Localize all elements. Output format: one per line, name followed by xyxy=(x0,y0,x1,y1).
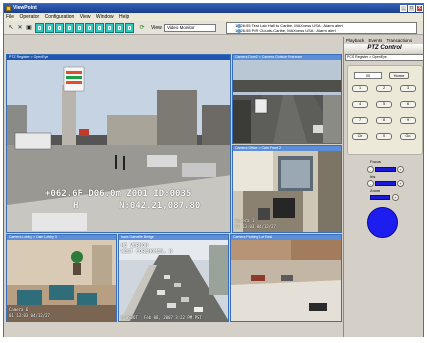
camera-tile-3[interactable]: Camera Office > Cam Front 2 Camera 1 01 … xyxy=(232,145,342,233)
camera-osd-line4: M WSDOT xyxy=(121,315,138,320)
camera-title: Camera Parking Lot East xyxy=(231,235,341,240)
app-window: ViewPoint _ □ x File Operator Configurat… xyxy=(3,3,424,340)
camera-tile-6[interactable]: Camera Parking Lot East xyxy=(230,234,342,322)
zoom-plus-button[interactable]: + xyxy=(392,194,399,201)
key-3-button[interactable]: 3 xyxy=(400,85,416,92)
menu-help[interactable]: Help xyxy=(119,14,129,20)
camera-osd-line2: 01 13:03 04/12/27 xyxy=(9,313,50,318)
layout-1plus12-button[interactable] xyxy=(95,23,104,33)
camera-osd-line1: +062.6F D06.0m Z001 ID:0035 xyxy=(45,189,192,199)
layout-full-button[interactable] xyxy=(125,23,134,33)
alarm-icon xyxy=(237,23,241,28)
arrow-icon[interactable]: ↖ xyxy=(7,24,15,32)
ptz-camera-select[interactable]: PCS Register > OpenEye xyxy=(345,54,423,61)
ptz-joystick[interactable] xyxy=(367,207,398,238)
menu-window[interactable]: Window xyxy=(96,14,114,20)
sequence-icon[interactable]: ⟳ xyxy=(138,24,146,32)
camera-osd-line1: Camera 6 xyxy=(9,307,29,312)
tab-events[interactable]: Events xyxy=(369,38,383,43)
layout-2plus8-button[interactable] xyxy=(105,23,114,33)
camera-title: Camera Lobby > Cam Lobby 3 xyxy=(7,235,116,240)
camera-osd-line2: 01 13:03 04/12/27 xyxy=(235,224,276,229)
camera-icon[interactable]: ▣ xyxy=(25,24,33,32)
camera-title: Iowa Gaewille Bridge xyxy=(119,235,228,240)
view-label: View xyxy=(151,25,162,31)
maximize-icon[interactable]: □ xyxy=(408,5,415,12)
focus-plus-button[interactable]: + xyxy=(397,166,404,173)
key-8-button[interactable]: 8 xyxy=(376,117,392,124)
layout-4x4-button[interactable] xyxy=(65,23,74,33)
camera-title: Camera Dom2 < Camera Outside Entrance xyxy=(233,55,341,60)
camera-feed-image xyxy=(233,55,341,143)
tab-playback[interactable]: Playback xyxy=(346,38,364,43)
camera-osd-line1: Camera 1 xyxy=(235,218,255,223)
tools-icon[interactable]: ✕ xyxy=(16,24,24,32)
panel-tabs: Playback Events Transactions PTZ xyxy=(346,37,423,50)
menu-bar: File Operator Configuration View Window … xyxy=(4,13,423,21)
key-5-button[interactable]: 5 xyxy=(376,101,392,108)
key-9-button[interactable]: 9 xyxy=(400,117,416,124)
home-button[interactable]: Home xyxy=(389,72,409,79)
title-bar: ViewPoint _ □ x xyxy=(4,4,423,13)
keypad-display[interactable]: 00 xyxy=(354,72,382,79)
layout-1plus5-button[interactable] xyxy=(75,23,84,33)
key-clear-button[interactable]: Clr xyxy=(352,133,368,140)
key-go-button[interactable]: Go xyxy=(400,133,416,140)
layout-1x1-button[interactable] xyxy=(35,23,44,33)
zoom-label: Zoom xyxy=(370,188,381,193)
close-icon[interactable]: x xyxy=(416,5,423,12)
ptz-title: PTZ Control xyxy=(344,44,423,53)
alarm-item[interactable]: 10:26:55 PIR Clouds-Caribe, MAXxess USA … xyxy=(235,28,416,33)
layout-1plus7-button[interactable] xyxy=(85,23,94,33)
layout-2x2-button[interactable] xyxy=(45,23,54,33)
focus-label: Focus xyxy=(370,159,381,164)
menu-file[interactable]: File xyxy=(6,14,14,20)
iris-slider[interactable] xyxy=(375,181,396,186)
tab-transactions[interactable]: Transactions xyxy=(386,38,412,43)
layout-3x3-button[interactable] xyxy=(55,23,64,33)
iris-minus-button[interactable]: - xyxy=(367,180,374,187)
focus-minus-button[interactable]: - xyxy=(367,166,374,173)
camera-feed-image xyxy=(231,235,341,321)
iris-plus-button[interactable]: + xyxy=(397,180,404,187)
view-select[interactable]: Video Monitor xyxy=(164,24,216,32)
key-0-button[interactable]: 0 xyxy=(376,133,392,140)
key-2-button[interactable]: 2 xyxy=(376,85,392,92)
camera-tile-1[interactable]: PTZ Register > OpenEye +062.6F D06.0m Z0… xyxy=(6,54,231,233)
zoom-slider[interactable] xyxy=(370,195,390,200)
alarm-icon xyxy=(237,28,241,33)
ptz-panel: Playback Events Transactions PTZ PTZ Con… xyxy=(343,37,423,339)
camera-tile-2[interactable]: Camera Dom2 < Camera Outside Entrance xyxy=(232,54,342,144)
menu-configuration[interactable]: Configuration xyxy=(45,14,75,20)
camera-osd-line2: H xyxy=(73,201,79,211)
layout-custom-button[interactable] xyxy=(115,23,124,33)
toolbar: ↖ ✕ ▣ ⟳ View Video Monitor 10:26:55 Test… xyxy=(4,21,423,35)
key-1-button[interactable]: 1 xyxy=(352,85,368,92)
minimize-icon[interactable]: _ xyxy=(400,5,407,12)
key-6-button[interactable]: 6 xyxy=(400,101,416,108)
camera-title: PTZ Register > OpenEye xyxy=(7,55,230,60)
status-bar xyxy=(0,337,427,343)
menu-operator[interactable]: Operator xyxy=(19,14,39,20)
key-7-button[interactable]: 7 xyxy=(352,117,368,124)
alarm-list[interactable]: 10:26:55 Test Lab Hall to Caribe, MAXxes… xyxy=(226,22,417,34)
key-4-button[interactable]: 4 xyxy=(352,101,368,108)
camera-tile-4[interactable]: Camera Lobby > Cam Lobby 3 Camera 6 01 1… xyxy=(6,234,117,322)
window-title: ViewPoint xyxy=(13,5,37,11)
iris-label: Iris xyxy=(370,174,376,179)
ptz-keypad: 00 Home 1 2 3 4 5 6 7 8 9 Clr 0 Go xyxy=(347,65,423,155)
camera-osd-line2: WEST FOREHOMES, N xyxy=(121,249,173,255)
menu-view[interactable]: View xyxy=(80,14,91,20)
focus-slider[interactable] xyxy=(375,167,396,172)
camera-osd-line3: Feb 08, 2007 3:22 PM PST xyxy=(144,315,202,320)
app-icon xyxy=(6,6,11,11)
camera-title: Camera Office > Cam Front 2 xyxy=(233,146,341,151)
camera-osd-line3: N:042.21,087.80 xyxy=(119,201,201,211)
camera-tile-5[interactable]: Iowa Gaewille Bridge NE VERNON WEST FORE… xyxy=(118,234,229,322)
